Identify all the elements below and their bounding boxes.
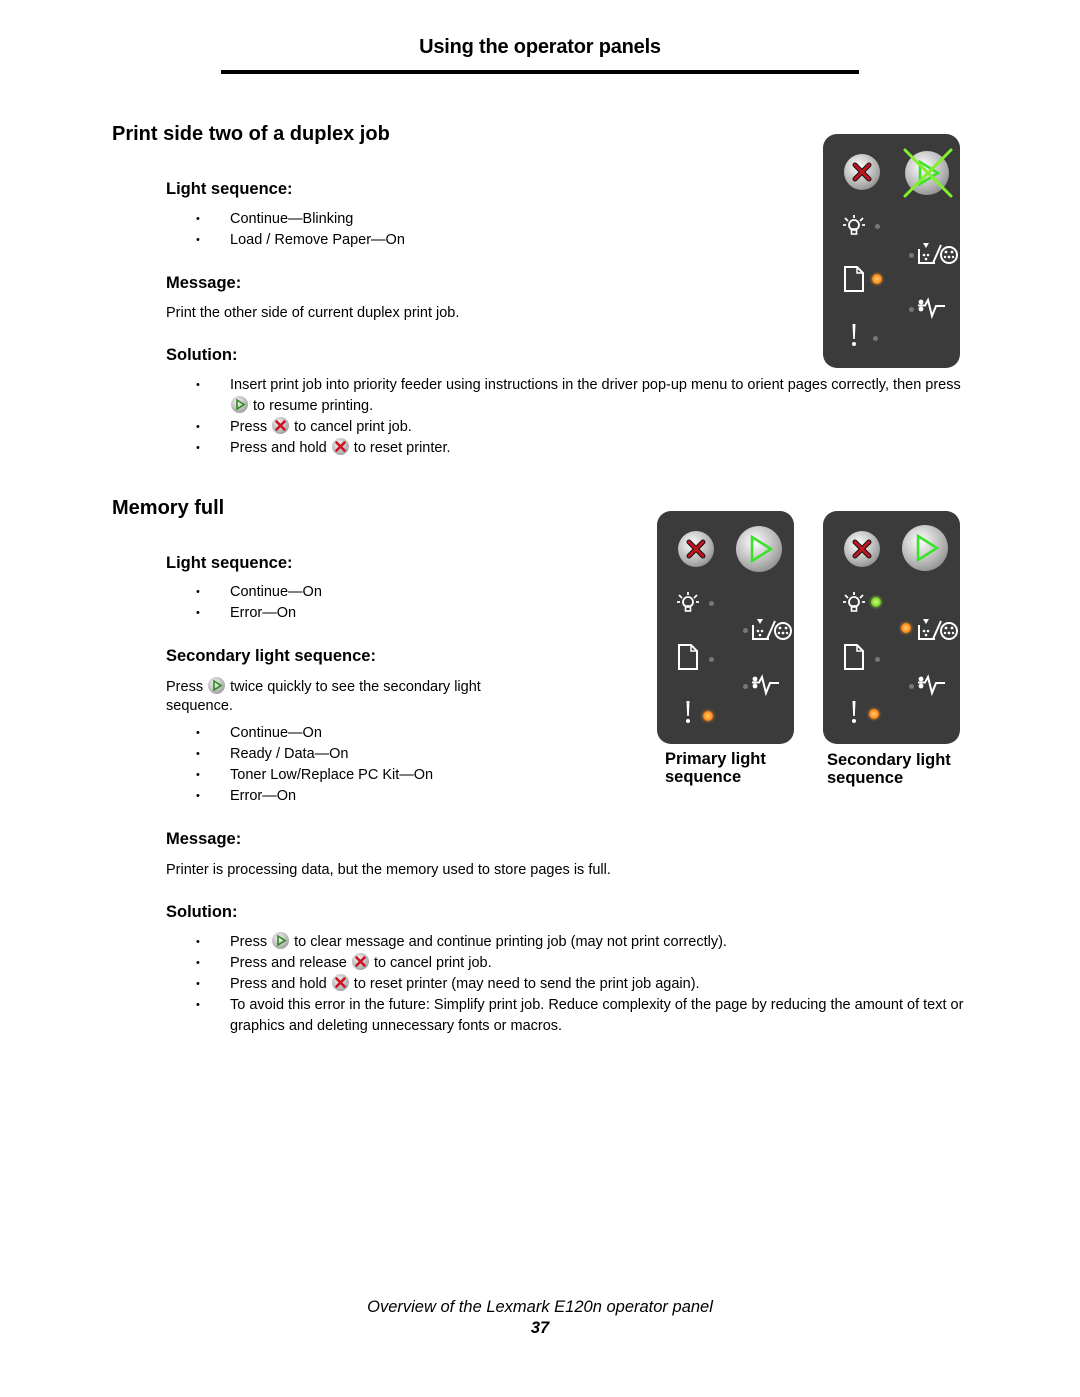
error-icon [850, 699, 858, 725]
solution-text: to clear message and continue printing j… [294, 934, 727, 950]
section-title-duplex: Print side two of a duplex job [112, 123, 390, 145]
list-item: Press and release to cancel print job. [196, 953, 966, 974]
load-remove-paper-led [872, 274, 882, 284]
cancel-button [844, 154, 880, 190]
paper-jam-led [909, 307, 914, 312]
solution-text: to resume printing. [253, 398, 374, 414]
list-item: Continue—Blinking [196, 209, 405, 230]
list-item: Press and hold to reset printer (may nee… [196, 974, 966, 995]
continue-button [736, 526, 782, 572]
solution-text: to cancel print job. [373, 955, 492, 971]
secondary-intro-text: Press twice quickly to see the secondary… [166, 677, 526, 716]
secondary-light-sequence-caption: Secondary light sequence [827, 751, 951, 787]
load-remove-paper-icon [843, 643, 865, 671]
solution-text: Press [230, 419, 268, 435]
light-sequence-list: Continue—On Error—On [196, 582, 322, 624]
ready-data-icon [841, 590, 867, 616]
list-item: Ready / Data—On [196, 744, 433, 765]
list-item: Press and hold to reset printer. [196, 438, 966, 459]
ready-data-icon [841, 213, 867, 239]
operator-panel-primary [657, 511, 794, 744]
continue-button-icon [208, 677, 226, 694]
operator-panel-duplex [823, 134, 960, 368]
operator-panel-secondary [823, 511, 960, 744]
message-text: Print the other side of current duplex p… [166, 305, 460, 321]
toner-low-replace-pc-kit-icon [917, 241, 959, 267]
ready-data-led [709, 601, 714, 606]
light-sequence-heading: Light sequence: [166, 554, 293, 572]
cancel-button [678, 531, 714, 567]
load-remove-paper-led [875, 657, 880, 662]
list-item: To avoid this error in the future: Simpl… [196, 995, 966, 1037]
list-item: Load / Remove Paper—On [196, 230, 405, 251]
section-title-memory-full: Memory full [112, 497, 225, 519]
continue-button-icon [231, 396, 248, 413]
light-sequence-list: Continue—Blinking Load / Remove Paper—On [196, 209, 405, 251]
toner-led [901, 623, 911, 633]
solution-text: Press [230, 934, 268, 950]
paper-jam-led [743, 684, 748, 689]
continue-button [902, 525, 948, 571]
solution-text: Press and hold [230, 976, 327, 992]
error-led [703, 711, 713, 721]
page-number: 37 [530, 1319, 550, 1337]
list-item: Toner Low/Replace PC Kit—On [196, 765, 433, 786]
secondary-light-sequence-list: Continue—On Ready / Data—On Toner Low/Re… [196, 723, 433, 807]
list-item: Insert print job into priority feeder us… [196, 375, 966, 417]
list-item: Press to cancel print job. [196, 417, 966, 438]
page-header-title: Using the operator panels [419, 36, 661, 58]
cancel-button-icon [272, 417, 290, 434]
toner-low-replace-pc-kit-icon [751, 617, 793, 643]
solution-text: to cancel print job. [294, 419, 412, 435]
solution-text: to reset printer (may need to send the p… [353, 976, 700, 992]
toner-low-replace-pc-kit-icon [917, 617, 959, 643]
cancel-button-icon [351, 953, 369, 970]
load-remove-paper-icon [677, 643, 699, 671]
load-remove-paper-icon [843, 265, 865, 293]
paper-jam-led [909, 684, 914, 689]
paper-jam-icon [917, 296, 947, 320]
error-led [869, 709, 879, 719]
continue-button-icon [272, 932, 290, 949]
list-item: Press to clear message and continue prin… [196, 932, 966, 953]
toner-led [909, 253, 914, 258]
load-remove-paper-led [709, 657, 714, 662]
message-heading: Message: [166, 830, 242, 848]
solution-text: Press and release [230, 955, 347, 971]
solution-text: to reset printer. [353, 440, 451, 456]
toner-led [743, 628, 748, 633]
solution-list: Press to clear message and continue prin… [196, 932, 966, 1037]
paper-jam-icon [917, 673, 947, 697]
list-item: Error—On [196, 603, 322, 624]
list-item: Continue—On [196, 582, 322, 603]
cancel-button-icon [331, 438, 349, 455]
paper-jam-icon [751, 673, 781, 697]
ready-data-icon [675, 590, 701, 616]
header-rule [221, 70, 859, 74]
cancel-button-icon [331, 974, 349, 991]
solution-heading: Solution: [166, 346, 238, 364]
secondary-light-sequence-heading: Secondary light sequence: [166, 647, 376, 665]
error-icon [684, 699, 692, 725]
error-icon [850, 322, 858, 348]
ready-data-led [875, 224, 880, 229]
footer-title: Overview of the Lexmark E120n operator p… [367, 1298, 713, 1316]
primary-light-sequence-caption: Primary light sequence [665, 750, 766, 786]
intro-text: Press [166, 679, 204, 695]
ready-data-led [871, 597, 881, 607]
message-heading: Message: [166, 274, 242, 292]
solution-text: Press and hold [230, 440, 327, 456]
list-item: Continue—On [196, 723, 433, 744]
solution-text: Insert print job into priority feeder us… [230, 377, 961, 393]
blinking-indicator-icon [903, 148, 953, 198]
error-led [873, 336, 878, 341]
cancel-button [844, 531, 880, 567]
light-sequence-heading: Light sequence: [166, 180, 293, 198]
message-text: Printer is processing data, but the memo… [166, 862, 611, 878]
solution-heading: Solution: [166, 903, 238, 921]
list-item: Error—On [196, 786, 433, 807]
solution-list: Insert print job into priority feeder us… [196, 375, 966, 459]
